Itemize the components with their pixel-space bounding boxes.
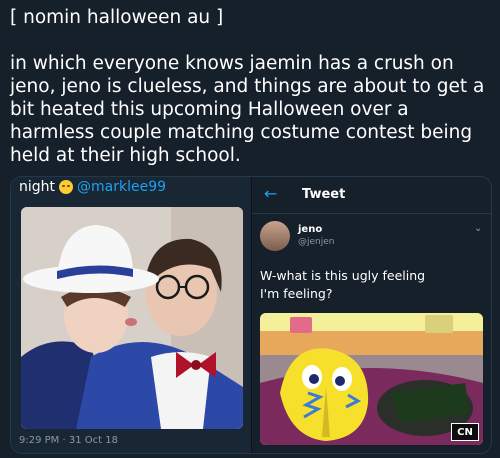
tweet-body: W-what is this ugly feeling I'm feeling? bbox=[260, 268, 426, 301]
back-arrow-icon[interactable]: ← bbox=[264, 184, 277, 203]
mention-link[interactable]: @marklee99 bbox=[77, 179, 166, 195]
user-name[interactable]: jeno bbox=[298, 224, 322, 235]
left-screenshot-header: night @marklee99 bbox=[19, 179, 166, 195]
screenshot-collage: night @marklee99 9:29 PM · 31 Oct 18 ← T… bbox=[10, 176, 492, 454]
caption-text: night bbox=[19, 179, 56, 195]
user-handle[interactable]: @jenjen bbox=[298, 237, 334, 247]
cartoon-image: CN bbox=[260, 313, 483, 445]
tweet-header-bar: ← Tweet bbox=[252, 177, 491, 214]
smiling-emoji-icon bbox=[59, 180, 74, 194]
chevron-down-icon[interactable]: ⌄ bbox=[474, 223, 482, 234]
selfie-photo-illustration bbox=[21, 207, 243, 429]
left-screenshot: night @marklee99 9:29 PM · 31 Oct 18 bbox=[11, 177, 251, 453]
tweet-title: Tweet bbox=[302, 187, 346, 202]
post-text: [ nomin halloween au ] in which everyone… bbox=[10, 7, 485, 166]
channel-watermark: CN bbox=[451, 423, 479, 441]
cartoon-illustration bbox=[260, 313, 483, 445]
right-screenshot: ← Tweet jeno @jenjen ⌄ W-what is this ug… bbox=[252, 177, 491, 453]
avatar[interactable] bbox=[260, 221, 290, 251]
timestamp: 9:29 PM · 31 Oct 18 bbox=[19, 435, 118, 446]
selfie-photo bbox=[21, 207, 243, 429]
